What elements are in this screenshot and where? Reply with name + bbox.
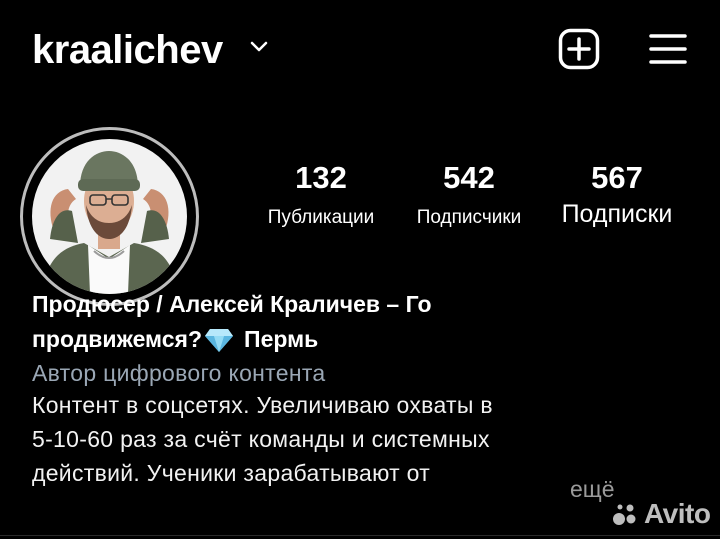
- profile-bio: Продюсер / Алексей Краличев – Го продвиж…: [32, 290, 692, 490]
- profile-name-line-2: продвижемся? Пермь: [32, 325, 692, 354]
- profile-location: Пермь: [244, 326, 319, 352]
- posts-stat[interactable]: 132 Публикации: [246, 160, 396, 230]
- following-label: Подписки: [561, 200, 673, 228]
- bio-text-line-2: 5-10-60 раз за счёт команды и системных: [32, 426, 490, 452]
- following-stat[interactable]: 567 Подписки: [544, 160, 690, 228]
- more-link[interactable]: ещё: [570, 474, 615, 504]
- plus-square-icon[interactable]: [558, 28, 600, 70]
- profile-name-line-1: Продюсер / Алексей Краличев – Го: [32, 291, 432, 317]
- posts-label: Публикации: [267, 207, 375, 228]
- bio-text-line-1: Контент в соцсетях. Увеличиваю охваты в: [32, 392, 493, 418]
- divider: [0, 535, 720, 536]
- profile-header: kraalichev: [0, 0, 720, 100]
- diamond-icon: [205, 328, 234, 352]
- profile-category: Автор цифрового контента: [32, 360, 326, 386]
- followers-label: Подписчики: [416, 207, 522, 228]
- avito-watermark: Avito: [612, 496, 711, 532]
- following-count: 567: [591, 160, 643, 195]
- chevron-down-icon[interactable]: [250, 40, 268, 54]
- followers-count: 542: [443, 160, 495, 195]
- posts-count: 132: [295, 160, 347, 195]
- followers-stat[interactable]: 542 Подписчики: [398, 160, 540, 230]
- hamburger-menu-icon[interactable]: [648, 32, 688, 66]
- username-switcher[interactable]: kraalichev: [32, 26, 223, 74]
- avatar[interactable]: [32, 139, 187, 294]
- avito-logo-icon: [613, 504, 636, 525]
- avito-watermark-text: Avito: [644, 498, 711, 529]
- profile-name-part: продвижемся?: [32, 326, 203, 352]
- more-link-label: ещё: [570, 476, 615, 502]
